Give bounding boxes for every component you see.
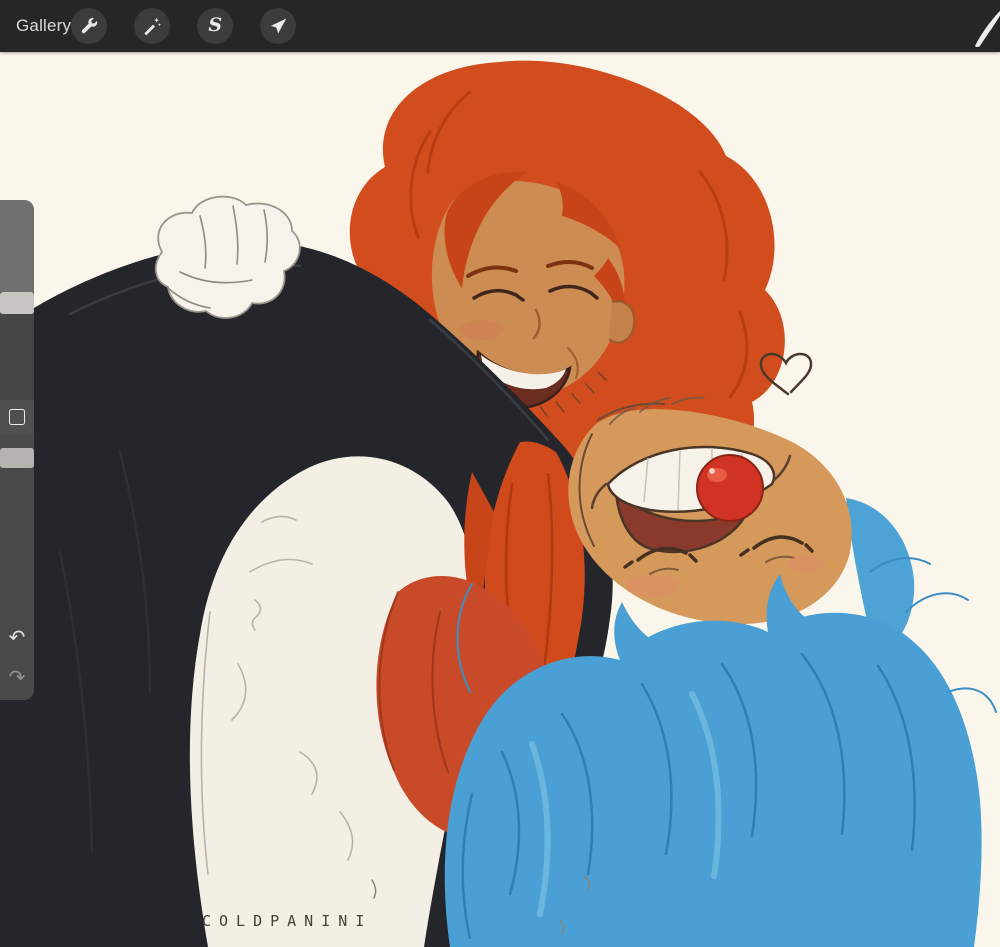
modify-button[interactable]: [0, 400, 34, 434]
brush-icon: [975, 10, 1000, 48]
actions-button[interactable]: [71, 8, 108, 44]
opacity-track-top[interactable]: [0, 434, 34, 448]
paint-tool-button[interactable]: [972, 4, 1000, 48]
selection-button[interactable]: S: [197, 8, 234, 44]
brush-size-handle[interactable]: [0, 292, 34, 314]
opacity-handle[interactable]: [0, 448, 34, 468]
adjustments-button[interactable]: [134, 8, 171, 44]
brush-sidebar: ↶ ↷: [0, 200, 34, 700]
artwork: [0, 52, 1000, 947]
top-toolbar: Gallery S: [0, 0, 1000, 52]
selection-s-icon: S: [208, 13, 223, 36]
wrench-icon: [82, 17, 98, 34]
gallery-button[interactable]: Gallery: [16, 16, 71, 36]
magic-wand-icon: [144, 17, 162, 36]
square-icon: [9, 409, 25, 425]
artist-signature: COLDPANINI: [202, 912, 373, 930]
undo-button[interactable]: ↶: [0, 622, 34, 652]
drawing-canvas[interactable]: COLDPANINI: [0, 52, 1000, 947]
redo-button[interactable]: ↷: [0, 662, 34, 692]
brush-size-track[interactable]: [0, 314, 34, 400]
transform-arrow-icon: [271, 18, 287, 34]
brush-size-slider[interactable]: [0, 200, 34, 292]
transform-button[interactable]: [260, 8, 297, 44]
